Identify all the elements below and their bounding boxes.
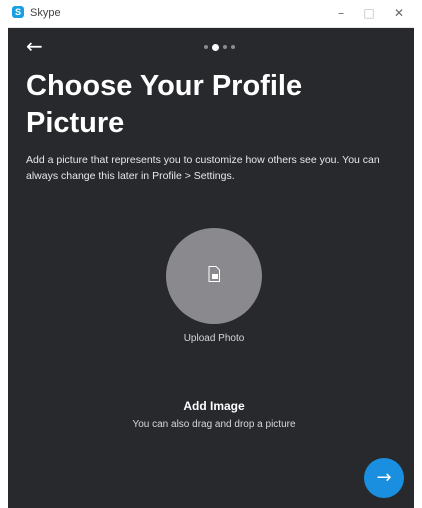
close-button[interactable]: ✕ [388, 4, 410, 22]
add-image-subtitle: You can also drag and drop a picture [132, 419, 296, 430]
upload-photo-button[interactable] [166, 228, 262, 324]
title-bar: S Skype – □ ✕ [8, 0, 414, 28]
page-dot-active [212, 43, 219, 51]
add-image-title: Add Image [183, 399, 245, 413]
skype-logo-icon: S [12, 6, 24, 18]
minimize-button[interactable]: – [330, 4, 352, 22]
back-arrow-icon[interactable]: ← [26, 36, 52, 56]
page-dot [223, 45, 227, 49]
arrow-right-icon: → [376, 467, 392, 488]
page-description: Add a picture that represents you to cus… [26, 154, 380, 182]
page-dot [204, 45, 208, 49]
page-title: Choose Your Profile Picture [26, 70, 303, 139]
page-indicator [204, 43, 235, 51]
skype-window: S Skype – □ ✕ ← Choose Your Profile Pict… [8, 0, 414, 508]
window-title: Skype [30, 7, 61, 19]
file-image-icon [208, 266, 220, 282]
maximize-button[interactable]: □ [358, 4, 380, 22]
page-dot [231, 45, 235, 49]
next-button[interactable]: → [364, 458, 404, 498]
upload-photo-label[interactable]: Upload Photo [138, 332, 290, 346]
